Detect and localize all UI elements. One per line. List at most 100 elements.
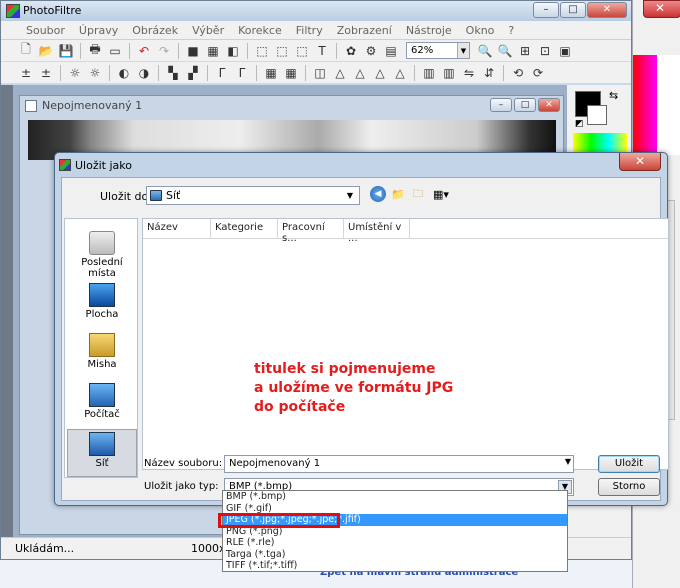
- place-user[interactable]: Misha: [67, 331, 137, 379]
- filename-input[interactable]: Nepojmenovaný 1 ▼: [224, 455, 574, 473]
- saturation-minus-icon[interactable]: ▚: [164, 64, 182, 82]
- brightness-plus-icon[interactable]: ☼: [86, 64, 104, 82]
- contrast-plus-icon[interactable]: ◑: [135, 64, 153, 82]
- drop-sharpen-icon[interactable]: △: [351, 64, 369, 82]
- gamma-plus-icon[interactable]: Γ: [233, 64, 251, 82]
- auto-levels-icon[interactable]: ±: [17, 64, 35, 82]
- save-in-value: Síť: [166, 189, 181, 202]
- minimize-button[interactable]: –: [533, 2, 559, 18]
- sharpen-icon[interactable]: △: [371, 64, 389, 82]
- filetype-option-rle[interactable]: RLE (*.rle): [223, 537, 567, 549]
- file-list[interactable]: Název Kategorie Pracovní s... Umístění v…: [142, 218, 669, 470]
- flip-horizontal-icon[interactable]: ⇋: [460, 64, 478, 82]
- settings-icon[interactable]: ⚙: [362, 42, 380, 60]
- swap-colors-icon[interactable]: ⇆: [609, 89, 618, 102]
- back-arrow-icon[interactable]: ◀: [370, 186, 386, 202]
- scanner-icon[interactable]: ▭: [106, 42, 124, 60]
- menu-filtry[interactable]: Filtry: [289, 24, 330, 37]
- save-button[interactable]: Uložit: [598, 455, 660, 473]
- doc-minimize-button[interactable]: –: [490, 98, 512, 112]
- column-name[interactable]: Název: [143, 219, 211, 239]
- actual-size-icon[interactable]: ⊡: [536, 42, 554, 60]
- filter-grid-icon[interactable]: ▦: [262, 64, 280, 82]
- fit-window-icon[interactable]: ⊞: [516, 42, 534, 60]
- column-category[interactable]: Kategorie: [211, 219, 278, 239]
- doc-maximize-button[interactable]: □: [514, 98, 536, 112]
- filter-pattern-icon[interactable]: ▦: [282, 64, 300, 82]
- filetype-option-tiff[interactable]: TIFF (*.tif;*.tiff): [223, 560, 567, 572]
- zoom-select[interactable]: 62% ▼: [406, 42, 470, 59]
- place-computer[interactable]: Počítač: [67, 381, 137, 429]
- close-button[interactable]: ✕: [587, 2, 627, 18]
- crop-icon[interactable]: ⬚: [293, 42, 311, 60]
- new-folder-icon[interactable]: 🗀: [410, 186, 426, 202]
- grayscale-icon[interactable]: ■: [184, 42, 202, 60]
- plugin-icon[interactable]: ✿: [342, 42, 360, 60]
- brightness-minus-icon[interactable]: ☼: [66, 64, 84, 82]
- maximize-button[interactable]: □: [560, 2, 586, 18]
- menu-nastroje[interactable]: Nástroje: [399, 24, 459, 37]
- view-menu-icon[interactable]: ▦▾: [430, 186, 452, 202]
- undo-icon[interactable]: ↶: [135, 42, 153, 60]
- gamma-minus-icon[interactable]: Γ: [213, 64, 231, 82]
- dialog-nav-toolbar: ◀ 📁 🗀 ▦▾: [370, 186, 452, 202]
- menu-okno[interactable]: Okno: [459, 24, 502, 37]
- auto-contrast-icon[interactable]: ±: [37, 64, 55, 82]
- redo-icon[interactable]: ↷: [155, 42, 173, 60]
- browser-icon[interactable]: ▤: [382, 42, 400, 60]
- filetype-option-targa[interactable]: Targa (*.tga): [223, 549, 567, 561]
- place-label: Misha: [87, 359, 117, 370]
- canvas-size-icon[interactable]: ⬚: [273, 42, 291, 60]
- place-desktop[interactable]: Plocha: [67, 281, 137, 329]
- contrast-minus-icon[interactable]: ◐: [115, 64, 133, 82]
- annotation-line: do počítače: [254, 399, 346, 415]
- filetype-option-bmp[interactable]: BMP (*.bmp): [223, 491, 567, 503]
- menubar: Soubor Úpravy Obrázek Výběr Korekce Filt…: [1, 21, 631, 40]
- menu-vyber[interactable]: Výběr: [185, 24, 231, 37]
- background-color-swatch[interactable]: [587, 105, 607, 125]
- rotate-left-icon[interactable]: ⟲: [509, 64, 527, 82]
- network-icon: [150, 190, 162, 201]
- save-in-select[interactable]: Síť ▼: [146, 186, 360, 205]
- color-gradient-icon[interactable]: ▥: [420, 64, 438, 82]
- doc-close-button[interactable]: ✕: [538, 98, 560, 112]
- zoom-in-icon[interactable]: 🔍: [476, 42, 494, 60]
- place-network[interactable]: Síť: [67, 429, 137, 477]
- menu-soubor[interactable]: Soubor: [19, 24, 72, 37]
- zoom-value: 62%: [411, 45, 434, 56]
- flip-vertical-icon[interactable]: ⇵: [480, 64, 498, 82]
- blur-icon[interactable]: ◫: [311, 64, 329, 82]
- print-icon[interactable]: 🖶: [86, 42, 104, 60]
- menu-upravy[interactable]: Úpravy: [72, 24, 125, 37]
- drop-icon[interactable]: △: [331, 64, 349, 82]
- color-mode-icon[interactable]: ◧: [224, 42, 242, 60]
- default-colors-icon[interactable]: ◩: [575, 119, 584, 129]
- menu-obrazek[interactable]: Obrázek: [125, 24, 185, 37]
- sharpen-more-icon[interactable]: △: [391, 64, 409, 82]
- column-workgroup[interactable]: Pracovní s...: [278, 219, 344, 244]
- open-folder-icon[interactable]: 📂: [37, 42, 55, 60]
- place-recent[interactable]: Poslední místa: [67, 229, 137, 279]
- tool-sidebar: [1, 85, 13, 537]
- fullscreen-icon[interactable]: ▣: [556, 42, 574, 60]
- new-file-icon[interactable]: 🗋: [17, 42, 35, 60]
- rotate-right-icon[interactable]: ⟳: [529, 64, 547, 82]
- tutorial-annotation: titulek si pojmenujeme a uložíme ve form…: [254, 360, 453, 417]
- desktop-icon: [89, 283, 115, 307]
- dialog-close-button[interactable]: ✕: [619, 153, 661, 171]
- saturation-plus-icon[interactable]: ▞: [184, 64, 202, 82]
- close-icon: ✕: [655, 1, 666, 15]
- save-icon[interactable]: 💾: [57, 42, 75, 60]
- menu-help[interactable]: ?: [501, 24, 521, 37]
- cancel-button[interactable]: Storno: [598, 478, 660, 496]
- network-icon: [89, 432, 115, 456]
- color-gradient2-icon[interactable]: ▥: [440, 64, 458, 82]
- menu-zobrazeni[interactable]: Zobrazení: [330, 24, 399, 37]
- resize-image-icon[interactable]: ⬚: [253, 42, 271, 60]
- rgb-icon[interactable]: ▦: [204, 42, 222, 60]
- text-icon[interactable]: T: [313, 42, 331, 60]
- zoom-out-icon[interactable]: 🔍: [496, 42, 514, 60]
- column-location[interactable]: Umístění v ...: [344, 219, 410, 244]
- up-folder-icon[interactable]: 📁: [390, 186, 406, 202]
- menu-korekce[interactable]: Korekce: [231, 24, 289, 37]
